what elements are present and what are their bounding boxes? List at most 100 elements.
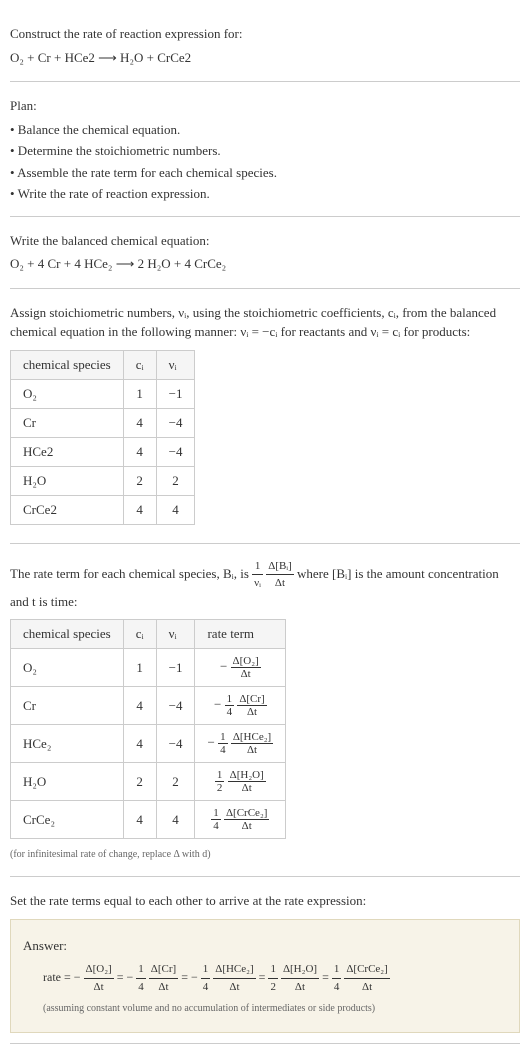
- v-cell: 2: [156, 466, 195, 495]
- intro-title: Construct the rate of reaction expressio…: [10, 24, 520, 44]
- plan-title: Plan:: [10, 96, 520, 116]
- v-cell: −1: [156, 649, 195, 687]
- balanced-equation: O₂ + 4 Cr + 4 HCe₂ ⟶ 2 H₂O + 4 CrCe₂: [10, 254, 520, 274]
- frac-den: Δt: [237, 706, 266, 718]
- table-row: CrCe2 4 4: [11, 495, 195, 524]
- rate-cell: − 1 4 Δ[Cr] Δt: [195, 687, 286, 725]
- frac-den: νᵢ: [252, 575, 263, 592]
- species-cell: Cr: [11, 408, 124, 437]
- rateterm-before: The rate term for each chemical species,…: [10, 565, 252, 580]
- frac-coef: 1 4: [201, 961, 211, 995]
- species-cell: H₂O: [11, 763, 124, 801]
- frac-delta: Δ[H₂O] Δt: [228, 769, 266, 794]
- frac-num: 1: [268, 961, 278, 979]
- frac-den: Δt: [344, 979, 389, 996]
- rate-expression: rate = − Δ[O₂] Δt = − 1 4 Δ[Cr] Δt: [23, 961, 507, 995]
- frac-num: Δ[CrCe₂]: [224, 807, 269, 820]
- table-header-row: chemical species cᵢ νᵢ rate term: [11, 620, 286, 649]
- frac-num: 1: [332, 961, 342, 979]
- rateterm-text: The rate term for each chemical species,…: [10, 558, 520, 612]
- frac-den: 2: [215, 782, 225, 794]
- assign-text: Assign stoichiometric numbers, νᵢ, using…: [10, 303, 520, 342]
- sign: −: [74, 970, 81, 984]
- answer-label: Answer:: [23, 936, 507, 956]
- c-cell: 1: [123, 379, 156, 408]
- rate-table: chemical species cᵢ νᵢ rate term O₂ 1 −1…: [10, 619, 286, 839]
- frac-delta: Δ[CrCe₂] Δt: [344, 961, 389, 995]
- c-cell: 1: [123, 649, 156, 687]
- rate-term: − 1 4 Δ[Cr] Δt: [127, 970, 182, 984]
- rate-term: − 1 4 Δ[HCe₂] Δt: [191, 970, 259, 984]
- frac-den: 4: [218, 744, 228, 756]
- col-v: νᵢ: [156, 350, 195, 379]
- frac-num: Δ[Cr]: [237, 693, 266, 706]
- answer-note: (assuming constant volume and no accumul…: [23, 1001, 507, 1016]
- frac-coef: 1 4: [225, 693, 235, 718]
- frac-delta: Δ[Cr] Δt: [237, 693, 266, 718]
- frac-den: Δt: [149, 979, 178, 996]
- plan-section: Plan: • Balance the chemical equation. •…: [10, 82, 520, 217]
- sign: −: [207, 734, 214, 749]
- table-row: H₂O 2 2: [11, 466, 195, 495]
- balanced-title: Write the balanced chemical equation:: [10, 231, 520, 251]
- sign: −: [191, 970, 198, 984]
- frac-delta: Δ[CrCe₂] Δt: [224, 807, 269, 832]
- frac-den: Δt: [224, 820, 269, 832]
- species-cell: CrCe2: [11, 495, 124, 524]
- col-c: cᵢ: [123, 620, 156, 649]
- rateterm-footnote: (for infinitesimal rate of change, repla…: [10, 847, 520, 862]
- plan-item: • Determine the stoichiometric numbers.: [10, 141, 520, 161]
- v-cell: −4: [156, 408, 195, 437]
- table-row: CrCe₂ 4 4 1 4 Δ[CrCe₂] Δt: [11, 801, 286, 839]
- c-cell: 2: [123, 466, 156, 495]
- frac-num: Δ[O₂]: [84, 961, 114, 979]
- c-cell: 4: [123, 725, 156, 763]
- frac-delta: Δ[HCe₂] Δt: [213, 961, 255, 995]
- plan-item: • Write the rate of reaction expression.: [10, 184, 520, 204]
- col-species: chemical species: [11, 620, 124, 649]
- col-v: νᵢ: [156, 620, 195, 649]
- frac-coef: 1 4: [211, 807, 221, 832]
- frac-num: Δ[Bᵢ]: [266, 558, 294, 576]
- rate-term: 1 2 Δ[H₂O] Δt: [268, 970, 322, 984]
- rate-cell: 1 4 Δ[CrCe₂] Δt: [195, 801, 286, 839]
- frac-den: Δt: [228, 782, 266, 794]
- table-row: O₂ 1 −1: [11, 379, 195, 408]
- answer-box: Answer: rate = − Δ[O₂] Δt = − 1 4 Δ[Cr]: [10, 919, 520, 1034]
- frac-den: Δt: [213, 979, 255, 996]
- c-cell: 4: [123, 801, 156, 839]
- frac-delta: Δ[Cr] Δt: [149, 961, 178, 995]
- species-cell: CrCe₂: [11, 801, 124, 839]
- rate-term: 1 4 Δ[CrCe₂] Δt: [332, 970, 390, 984]
- frac-1-over-nu: 1 νᵢ: [252, 558, 263, 592]
- frac-den: Δt: [281, 979, 319, 996]
- final-title: Set the rate terms equal to each other t…: [10, 891, 520, 911]
- v-cell: 2: [156, 763, 195, 801]
- col-species: chemical species: [11, 350, 124, 379]
- frac-num: 1: [136, 961, 146, 979]
- frac-num: 1: [201, 961, 211, 979]
- rate-cell: − 1 4 Δ[HCe₂] Δt: [195, 725, 286, 763]
- frac-num: 1: [211, 807, 221, 820]
- intro-equation: O₂ + Cr + HCe2 ⟶ H₂O + CrCe2: [10, 48, 520, 68]
- col-rate: rate term: [195, 620, 286, 649]
- v-cell: 4: [156, 495, 195, 524]
- species-cell: HCe2: [11, 437, 124, 466]
- species-cell: HCe₂: [11, 725, 124, 763]
- plan-item: • Balance the chemical equation.: [10, 120, 520, 140]
- rate-prefix: rate =: [43, 970, 74, 984]
- species-cell: H₂O: [11, 466, 124, 495]
- v-cell: 4: [156, 801, 195, 839]
- frac-delta: Δ[H₂O] Δt: [281, 961, 319, 995]
- frac-num: Δ[H₂O]: [228, 769, 266, 782]
- frac-den: Δt: [231, 744, 273, 756]
- v-cell: −4: [156, 725, 195, 763]
- frac-den: Δt: [231, 668, 261, 680]
- frac-den: 4: [201, 979, 211, 996]
- stoich-table: chemical species cᵢ νᵢ O₂ 1 −1 Cr 4 −4 H…: [10, 350, 195, 525]
- sign: −: [214, 696, 221, 711]
- table-row: O₂ 1 −1 − Δ[O₂] Δt: [11, 649, 286, 687]
- sign: −: [127, 970, 134, 984]
- frac-delta: Δ[O₂] Δt: [84, 961, 114, 995]
- species-cell: Cr: [11, 687, 124, 725]
